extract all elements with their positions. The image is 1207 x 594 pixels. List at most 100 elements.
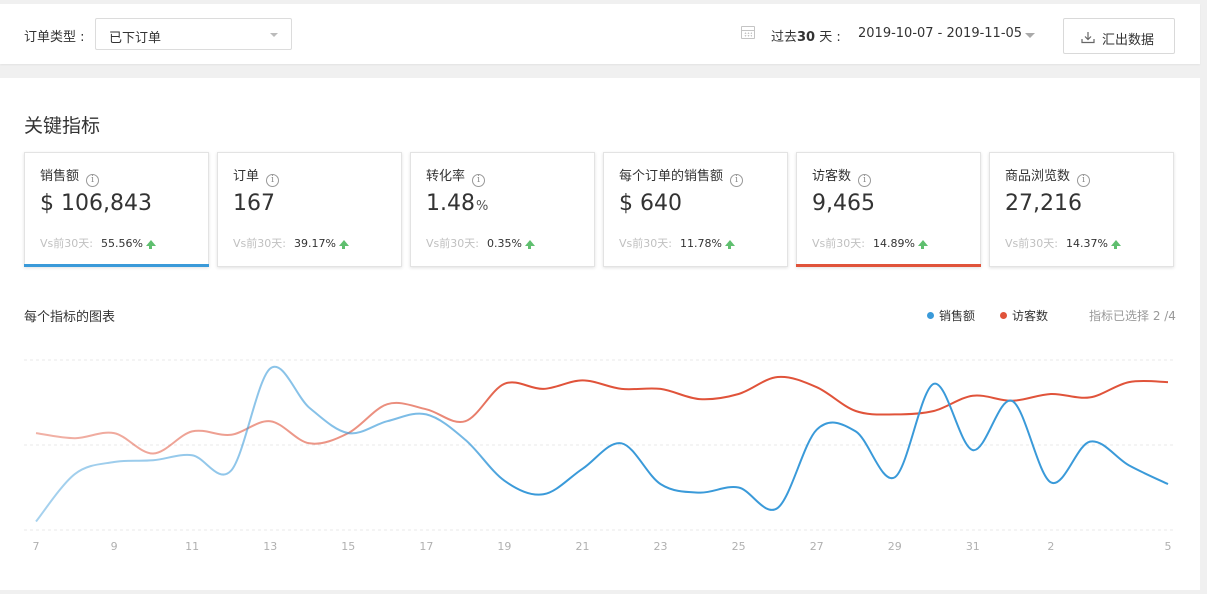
metric-name-text: 商品浏览数 xyxy=(1005,169,1071,184)
series-line xyxy=(35,365,1169,523)
metric-value: $ 640 xyxy=(619,191,683,216)
metric-card[interactable]: 每个订单的销售额 i $ 640 Vs前30天: 11.78% xyxy=(603,152,788,267)
metric-name-text: 每个订单的销售额 xyxy=(619,169,724,184)
trend-up-icon xyxy=(145,240,156,249)
metric-card[interactable]: 转化率 i 1.48% Vs前30天: 0.35% xyxy=(410,152,595,267)
info-icon[interactable]: i xyxy=(730,174,744,187)
trend-up-icon xyxy=(724,240,735,249)
x-tick-label: 5 xyxy=(1165,540,1172,553)
x-tick-label: 21 xyxy=(575,540,589,553)
date-range-prefix: 过去 xyxy=(771,30,798,45)
metric-name: 商品浏览数 i xyxy=(1005,165,1091,187)
metric-name: 每个订单的销售额 i xyxy=(619,165,744,187)
metric-name: 转化率 i xyxy=(426,165,486,187)
metric-name-text: 访客数 xyxy=(812,169,852,184)
x-tick-label: 11 xyxy=(185,540,199,553)
metric-value-text: 9,465 xyxy=(812,191,875,216)
metric-name-text: 销售额 xyxy=(40,169,80,184)
trend-up-icon xyxy=(917,240,928,249)
metric-comparison: Vs前30天: 39.17% xyxy=(233,235,349,251)
info-icon[interactable]: i xyxy=(266,174,280,187)
metric-value: 9,465 xyxy=(812,191,876,216)
comparison-label: Vs前30天: xyxy=(233,237,286,250)
metric-comparison: Vs前30天: 14.37% xyxy=(1005,235,1121,251)
export-data-label: 汇出数据 xyxy=(1102,33,1155,48)
comparison-change: 14.89% xyxy=(872,237,915,250)
comparison-label: Vs前30天: xyxy=(1005,237,1058,250)
chart-title: 每个指标的图表 xyxy=(24,310,116,325)
panel-title: 关键指标 xyxy=(24,115,101,137)
x-tick-label: 27 xyxy=(810,540,824,553)
date-range-suffix: 天 : xyxy=(815,30,841,45)
metric-comparison: Vs前30天: 55.56% xyxy=(40,235,156,251)
filter-bar: 订单类型 : 已下订单 过去30 天 : 2019-10-07 - 2019-1… xyxy=(0,4,1200,64)
date-range-label: 过去30 天 : xyxy=(771,26,841,45)
metric-value-text: $ 640 xyxy=(619,191,682,216)
comparison-change: 55.56% xyxy=(100,237,143,250)
order-type-value: 已下订单 xyxy=(109,31,162,46)
info-icon[interactable]: i xyxy=(1077,174,1091,187)
metric-comparison: Vs前30天: 14.89% xyxy=(812,235,928,251)
metric-value-text: 167 xyxy=(233,191,275,216)
x-tick-label: 9 xyxy=(111,540,118,553)
legend-label: 访客数 xyxy=(1012,309,1049,323)
metric-name-text: 订单 xyxy=(233,169,260,184)
metric-card[interactable]: 销售额 i $ 106,843 Vs前30天: 55.56% xyxy=(24,152,209,267)
order-type-select[interactable]: 已下订单 xyxy=(95,18,292,50)
comparison-change: 39.17% xyxy=(293,237,336,250)
date-range-dropdown-icon[interactable] xyxy=(1025,33,1035,38)
x-tick-label: 25 xyxy=(732,540,746,553)
comparison-change: 14.37% xyxy=(1065,237,1108,250)
x-tick-label: 7 xyxy=(33,540,40,553)
metric-value-text: $ 106,843 xyxy=(40,191,152,216)
metric-card[interactable]: 订单 i 167 Vs前30天: 39.17% xyxy=(217,152,402,267)
date-range-value[interactable]: 2019-10-07 - 2019-11-05 xyxy=(858,26,1022,41)
metric-name: 销售额 i xyxy=(40,165,100,187)
metric-comparison: Vs前30天: 11.78% xyxy=(619,235,735,251)
comparison-label: Vs前30天: xyxy=(812,237,865,250)
comparison-label: Vs前30天: xyxy=(619,237,672,250)
metric-name: 访客数 i xyxy=(812,165,872,187)
metrics-line-chart: 7 9 11 13 15 17 19 21 23 25 27 29 31 2 5 xyxy=(24,359,1175,553)
date-range-days: 30 xyxy=(797,30,816,45)
metric-value-text: 27,216 xyxy=(1005,191,1082,216)
selected-indicator-bar xyxy=(796,264,981,267)
order-type-label: 订单类型 : xyxy=(24,30,85,45)
trend-up-icon xyxy=(338,240,349,249)
metric-card[interactable]: 商品浏览数 i 27,216 Vs前30天: 14.37% xyxy=(989,152,1174,267)
selected-indicator-bar xyxy=(24,264,209,267)
comparison-label: Vs前30天: xyxy=(426,237,479,250)
metric-comparison: Vs前30天: 0.35% xyxy=(426,235,535,251)
legend-dot xyxy=(927,312,934,319)
metric-unit: % xyxy=(475,199,489,214)
info-icon[interactable]: i xyxy=(86,174,100,187)
info-icon[interactable]: i xyxy=(472,174,486,187)
metric-value: $ 106,843 xyxy=(40,191,153,216)
metric-value-text: 1.48 xyxy=(426,191,475,216)
metric-card[interactable]: 访客数 i 9,465 Vs前30天: 14.89% xyxy=(796,152,981,267)
x-tick-label: 15 xyxy=(341,540,355,553)
x-tick-label: 31 xyxy=(966,540,980,553)
trend-up-icon xyxy=(1110,240,1121,249)
comparison-label: Vs前30天: xyxy=(40,237,93,250)
download-icon xyxy=(1081,32,1095,44)
trend-up-icon xyxy=(524,240,535,249)
x-tick-label: 17 xyxy=(419,540,433,553)
x-tick-label: 2 xyxy=(1047,540,1054,553)
metric-value: 27,216 xyxy=(1005,191,1083,216)
selected-metrics-count: 指标已选择 2 /4 xyxy=(1089,309,1176,323)
legend-item[interactable]: 销售额 xyxy=(927,307,975,324)
info-icon[interactable]: i xyxy=(858,174,872,187)
legend-item[interactable]: 访客数 xyxy=(1000,307,1048,324)
x-tick-label: 23 xyxy=(654,540,668,553)
metric-name-text: 转化率 xyxy=(426,169,466,184)
x-tick-label: 19 xyxy=(497,540,511,553)
x-tick-label: 13 xyxy=(263,540,277,553)
comparison-change: 0.35% xyxy=(486,237,522,250)
metric-name: 订单 i xyxy=(233,165,280,187)
x-tick-label: 29 xyxy=(888,540,902,553)
export-data-button[interactable]: 汇出数据 xyxy=(1063,18,1175,54)
calendar-icon[interactable] xyxy=(741,26,755,39)
metric-value: 167 xyxy=(233,191,276,216)
chevron-down-icon xyxy=(270,33,278,37)
